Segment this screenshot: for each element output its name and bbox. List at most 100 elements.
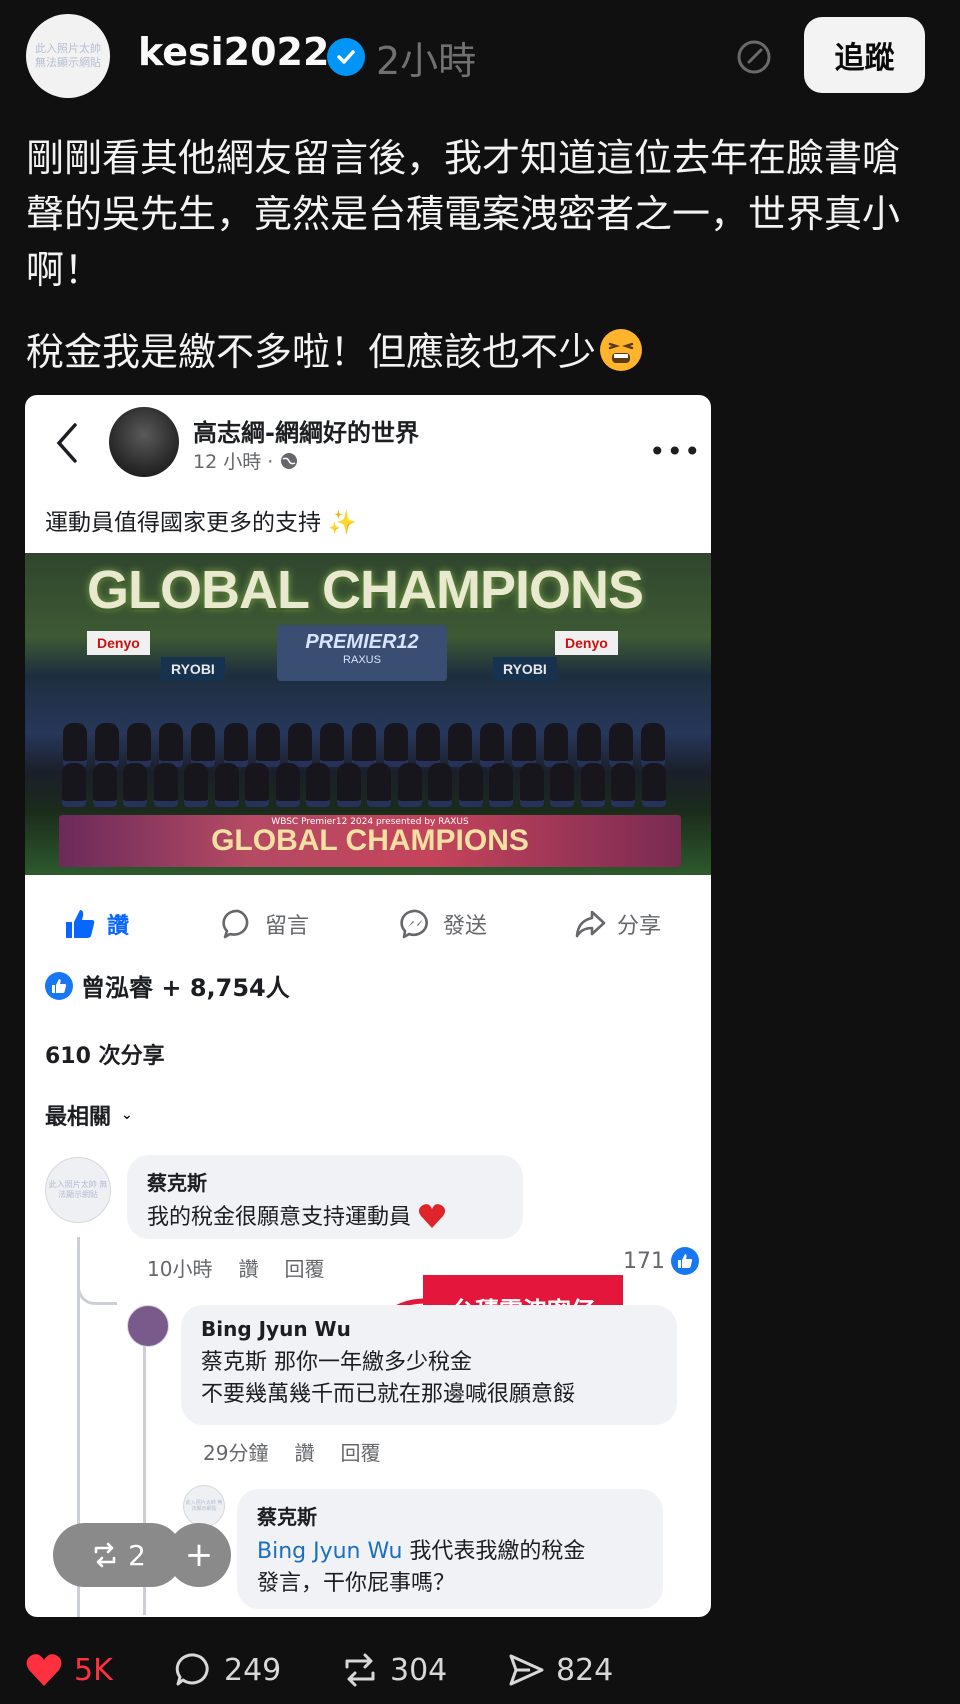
comment-text-body: 我的稅金很願意支持運動員 [147,1205,412,1230]
fb-share-action: 分享 [573,907,661,941]
denyo-sign-right: Denyo [555,631,618,655]
share-action[interactable]: 824 [506,1650,613,1690]
reply-line-1: 蔡克斯 那你一年繳多少稅金 [201,1350,472,1375]
share-arrow-icon [575,910,606,938]
nested-reply-avatar: 此入照片太帥 無法顯示網貼 [183,1485,225,1527]
like-count: 5K [74,1652,113,1688]
heart-icon [26,1654,62,1686]
stadium-screen-subtext: RAXUS [343,654,381,666]
reply-reply-link: 回覆 [340,1441,381,1465]
follow-button[interactable]: 追蹤 [804,17,925,93]
reply-like-link: 讚 [294,1441,315,1465]
post-body: 剛剛看其他網友留言後，我才知道這位去年在臉書嗆聲的吳先生，竟然是台積電案洩密者之… [26,136,901,292]
reply-meta: 29分鐘 讚 回覆 [203,1437,380,1466]
ryobi-sign-right: RYOBI [493,657,557,681]
repost-action[interactable]: 304 [340,1650,447,1690]
embedded-screenshot[interactable]: 高志綱-網綱好的世界 12 小時 · ••• 運動員值得國家更多的支持 ✨ GL… [25,395,711,1617]
comment-count: 249 [224,1652,282,1688]
fb-like-action: 讚 [63,907,129,941]
comment-avatar-text: 此入照片太帥 無法顯示網貼 [48,1180,108,1199]
repost-count-footer: 304 [390,1652,448,1688]
comment-avatar: 此入照片太帥 無法顯示網貼 [45,1157,111,1223]
comment-time: 10小時 [147,1257,213,1281]
mention-link: Bing Jyun Wu [257,1539,403,1564]
fb-like-label: 讚 [107,914,130,939]
compose-icon[interactable] [735,38,773,76]
banner-text: GLOBAL CHAMPIONS [211,824,529,857]
fb-page-name: 高志綱-網綱好的世界 [193,419,419,447]
like-action[interactable]: 5K [24,1650,113,1690]
comment-like-number: 171 [623,1248,665,1274]
post-body-second: 稅金我是繳不多啦！但應該也不少 [26,324,926,380]
thread-branch [77,1285,117,1305]
banner-small-text: WBSC Premier12 2024 presented by RAXUS [271,817,469,827]
denyo-sign: Denyo [87,631,150,655]
fb-send-action: 發送 [399,907,487,941]
tired-face-emoji-icon [600,329,643,371]
commenter-name: 蔡克斯 [147,1171,207,1195]
thumbs-up-icon [66,910,95,938]
fb-share-label: 分享 [617,914,662,939]
red-heart-icon [418,1204,446,1228]
like-reaction-icon [671,1247,699,1275]
more-options-icon: ••• [649,435,702,468]
fb-reaction-summary: 曾泓睿 + 8,754人 [45,968,290,1003]
repost-icon [345,1653,375,1687]
reply-author-name: Bing Jyun Wu [201,1317,351,1341]
author-username[interactable]: kesi2022 [138,30,329,74]
fb-send-label: 發送 [443,914,488,939]
fb-comment-sort: 最相關 ⌄ [45,1099,133,1131]
globe-icon [281,452,298,469]
nested-reply-line-1: Bing Jyun Wu 我代表我繳的稅金 [257,1536,643,1568]
comment-action[interactable]: 249 [174,1650,281,1690]
verified-badge-icon [327,38,365,76]
team-front-row [59,763,669,807]
team-photo: GLOBAL CHAMPIONS Denyo Denyo RYOBI RYOBI… [25,553,711,875]
comment-like-link: 讚 [238,1257,259,1281]
nested-reply-author-name: 蔡克斯 [257,1505,317,1529]
comment-icon [175,1653,209,1686]
add-button[interactable]: + [167,1523,231,1587]
nested-reply-bubble: 蔡克斯 Bing Jyun Wu 我代表我繳的稅金 發言，干你屁事嗎？ [237,1489,663,1609]
comment-reply-link: 回覆 [284,1257,325,1281]
stadium-screen: PREMIER12 RAXUS [277,625,447,681]
repost-count: 2 [128,1538,146,1572]
author-avatar[interactable]: 此入照片太帥 無法顯示網貼 [26,14,110,98]
comment-bubble: 蔡克斯 我的稅金很願意支持運動員 [127,1155,523,1239]
stadium-screen-text: PREMIER12 [305,631,419,653]
champions-banner: WBSC Premier12 2024 presented by RAXUS G… [59,815,681,867]
nested-reply-avatar-text: 此入照片太帥 無法顯示網貼 [185,1500,223,1512]
back-arrow-icon [53,421,83,465]
reply-time: 29分鐘 [203,1441,269,1465]
repost-icon [94,1542,116,1568]
post-time: 2小時 [376,39,477,83]
post-body-second-text: 稅金我是繳不多啦！但應該也不少 [26,330,597,374]
nested-reply-line-1-text: 我代表我繳的稅金 [402,1539,586,1564]
share-count: 824 [556,1652,614,1688]
avatar-placeholder-text: 此入照片太帥 無法顯示網貼 [35,42,101,69]
comment-bubble-icon [222,909,249,939]
photo-title-text: GLOBAL CHAMPIONS [86,560,644,620]
fb-reaction-text: 曾泓睿 + 8,754人 [81,974,290,1002]
ryobi-sign: RYOBI [161,657,225,681]
post-action-bar: 5K 249 304 824 [0,1644,960,1704]
fb-post-time: 12 小時 · [193,451,274,473]
chevron-down-icon: ⌄ [121,1107,133,1123]
send-icon [509,1654,544,1686]
fb-share-count: 610 次分享 [45,1044,165,1069]
reply-bubble: Bing Jyun Wu 蔡克斯 那你一年繳多少稅金 不要幾萬幾千而已就在那邊喊… [181,1305,677,1425]
fb-post-meta: 12 小時 · [193,447,299,474]
reply-line-2: 不要幾萬幾千而已就在那邊喊很願意餒 [201,1382,576,1407]
comment-meta: 10小時 讚 回覆 [147,1253,324,1282]
reply-avatar [127,1305,169,1347]
fb-page-avatar [109,407,179,477]
fb-caption: 運動員值得國家更多的支持 ✨ [45,510,357,536]
fb-comment-action: 留言 [221,907,309,941]
repost-count-pill[interactable]: 2 [53,1523,183,1587]
fb-action-bar: 讚 留言 發送 分享 [25,895,711,955]
fb-comment-label: 留言 [265,914,310,939]
nested-reply-line-2: 發言，干你屁事嗎？ [257,1571,456,1596]
like-reaction-icon [45,971,73,1000]
comment-text: 我的稅金很願意支持運動員 [147,1202,503,1234]
fb-sort-label: 最相關 [45,1105,112,1130]
